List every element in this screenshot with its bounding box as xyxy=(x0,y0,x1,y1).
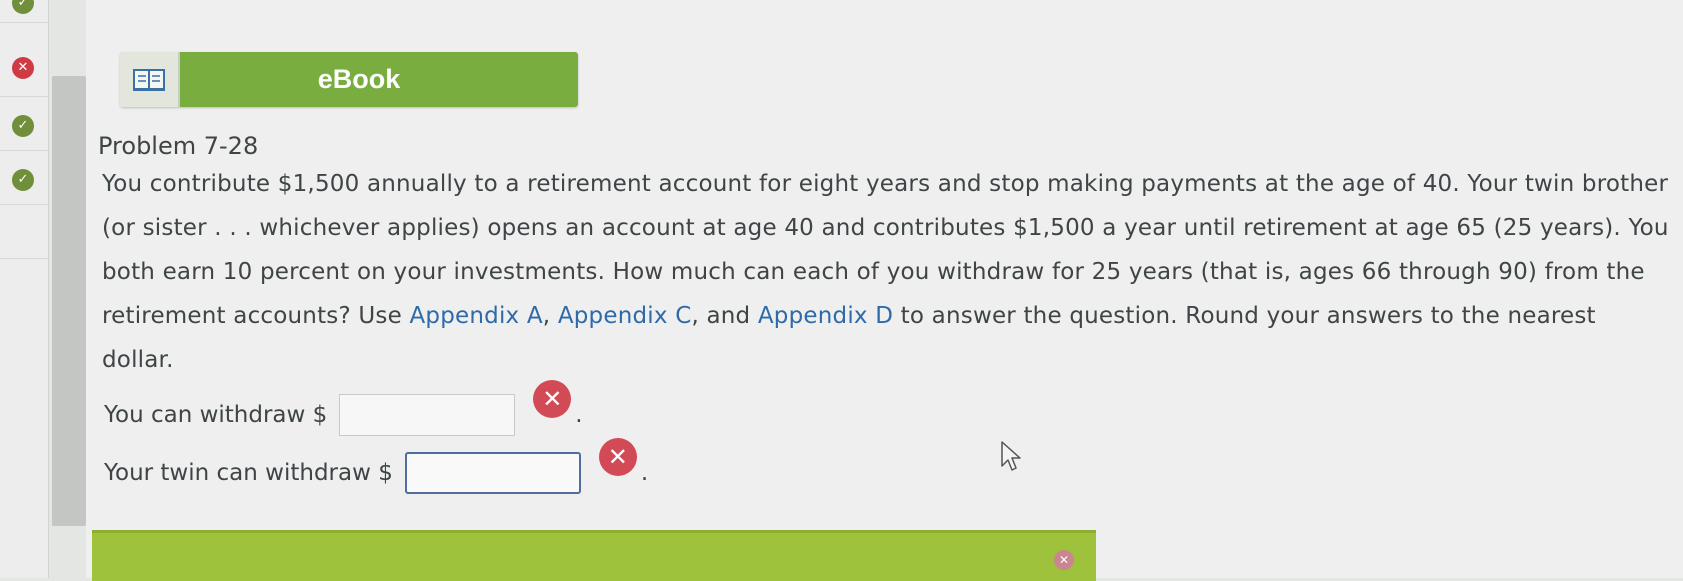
appendix-d-link[interactable]: Appendix D xyxy=(758,303,893,329)
question-status-list: ✓ ✕ ✓ ✓ ✓ xyxy=(0,0,49,578)
answer-suffix: . xyxy=(640,460,649,486)
x-icon: ✕ xyxy=(12,57,34,79)
separator: , and xyxy=(691,303,758,329)
check-icon: ✓ xyxy=(12,0,34,14)
close-icon[interactable]: ✕ xyxy=(1054,550,1074,570)
mouse-pointer-icon xyxy=(1000,440,1026,478)
question-status-item[interactable]: ✓ xyxy=(0,0,48,23)
appendix-a-link[interactable]: Appendix A xyxy=(409,303,542,329)
book-icon xyxy=(120,52,180,107)
problem-statement: You contribute $1,500 annually to a reti… xyxy=(102,162,1670,382)
separator: , xyxy=(542,303,558,329)
check-icon: ✓ xyxy=(12,115,34,137)
answer-row-twin: Your twin can withdraw $ ✕ . xyxy=(104,438,649,494)
scrollbar[interactable] xyxy=(52,76,86,526)
answer-label: You can withdraw $ xyxy=(104,402,328,428)
ebook-label: eBook xyxy=(317,64,401,94)
problem-title: Problem 7-28 xyxy=(98,132,259,160)
error-icon: ✕ xyxy=(533,380,572,418)
question-status-item[interactable]: ✓ xyxy=(0,98,48,151)
question-status-item[interactable]: ✓ xyxy=(0,152,48,205)
answer-label: Your twin can withdraw $ xyxy=(104,460,393,486)
twin-withdraw-input[interactable] xyxy=(404,452,581,494)
question-status-item[interactable]: ✕ xyxy=(0,44,48,97)
check-icon: ✓ xyxy=(12,169,34,191)
feedback-bar xyxy=(92,530,1096,581)
answer-row-you: You can withdraw $ ✕ . xyxy=(104,380,583,436)
appendix-c-link[interactable]: Appendix C xyxy=(558,303,692,329)
answer-suffix: . xyxy=(575,402,583,428)
question-status-item[interactable]: ✓ xyxy=(0,206,48,259)
ebook-button[interactable]: eBook xyxy=(120,52,578,107)
you-withdraw-input[interactable] xyxy=(339,394,516,436)
error-icon: ✕ xyxy=(598,438,637,476)
